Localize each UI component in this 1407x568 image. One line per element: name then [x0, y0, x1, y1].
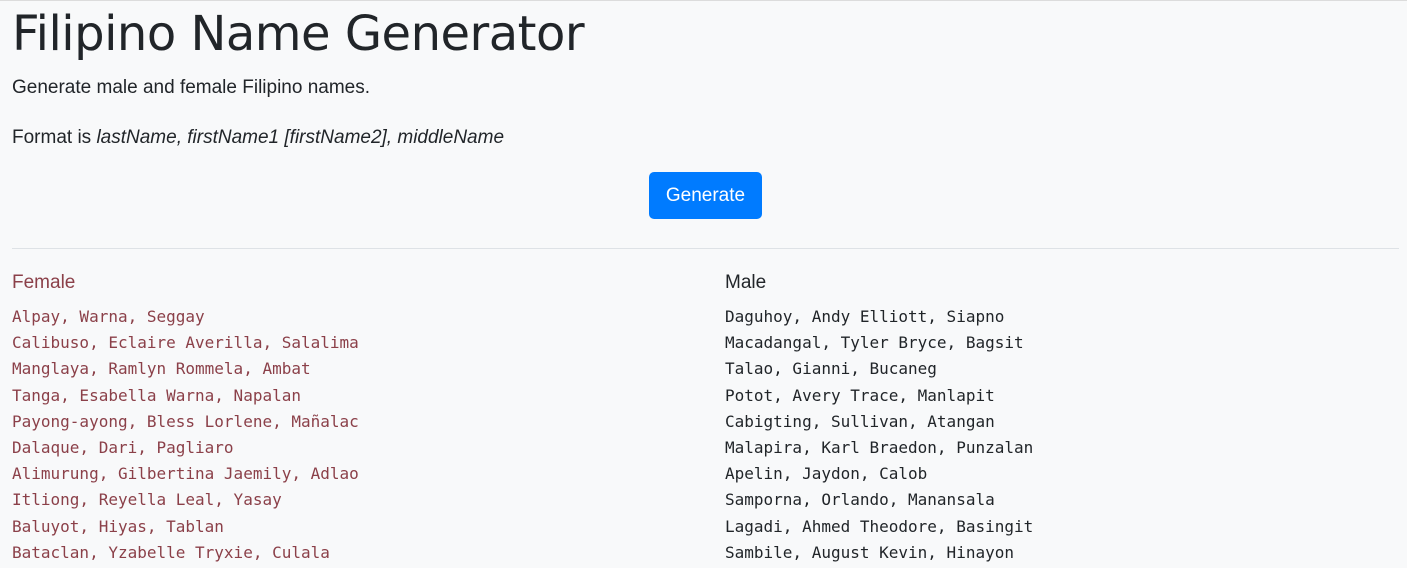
female-name-item: Manglaya, Ramlyn Rommela, Ambat	[12, 359, 311, 379]
female-heading: Female	[12, 272, 76, 293]
male-name-item: Cabigting, Sullivan, Atangan	[725, 411, 995, 431]
page-description: Generate male and female Filipino names.	[12, 77, 371, 98]
male-name-list: Daguhoy, Andy Elliott, Siapno Macadangal…	[725, 304, 1033, 566]
male-column: Male Daguhoy, Andy Elliott, Siapno Macad…	[725, 270, 1033, 566]
male-name-item: Samporna, Orlando, Manansala	[725, 490, 995, 510]
male-name-item: Malapira, Karl Braedon, Punzalan	[725, 438, 1034, 458]
male-name-item: Sambile, August Kevin, Hinayon	[725, 542, 1014, 562]
format-description: Format is lastName, firstName1 [firstNam…	[12, 126, 504, 150]
female-column: Female Alpay, Warna, Seggay Calibuso, Ec…	[12, 270, 359, 566]
female-name-item: Alpay, Warna, Seggay	[12, 307, 205, 326]
male-name-item: Daguhoy, Andy Elliott, Siapno	[725, 307, 1005, 326]
female-name-item: Itliong, Reyella Leal, Yasay	[12, 490, 282, 510]
format-spec: lastName, firstName1 [firstName2], middl…	[96, 127, 505, 148]
female-name-item: Alimurung, Gilbertina Jaemily, Adlao	[12, 464, 359, 484]
female-name-list: Alpay, Warna, Seggay Calibuso, Eclaire A…	[12, 304, 359, 566]
section-divider	[12, 248, 1399, 249]
male-name-item: Apelin, Jaydon, Calob	[725, 464, 928, 484]
female-name-item: Dalaque, Dari, Pagliaro	[12, 438, 234, 458]
male-name-item: Macadangal, Tyler Bryce, Bagsit	[725, 333, 1024, 353]
male-name-item: Lagadi, Ahmed Theodore, Basingit	[725, 516, 1034, 536]
male-name-item: Talao, Gianni, Bucaneg	[725, 359, 937, 379]
format-prefix: Format is	[12, 127, 97, 148]
male-name-item: Potot, Avery Trace, Manlapit	[725, 385, 995, 405]
female-name-item: Payong-ayong, Bless Lorlene, Mañalac	[12, 411, 359, 431]
female-name-item: Baluyot, Hiyas, Tablan	[12, 516, 224, 536]
female-name-item: Tanga, Esabella Warna, Napalan	[12, 385, 301, 405]
page-title: Filipino Name Generator	[12, 6, 585, 62]
female-name-item: Calibuso, Eclaire Averilla, Salalima	[12, 333, 359, 353]
male-heading: Male	[725, 272, 767, 293]
top-border	[0, 0, 1407, 1]
female-name-item: Bataclan, Yzabelle Tryxie, Culala	[12, 542, 330, 562]
generate-button[interactable]: Generate	[649, 172, 762, 219]
